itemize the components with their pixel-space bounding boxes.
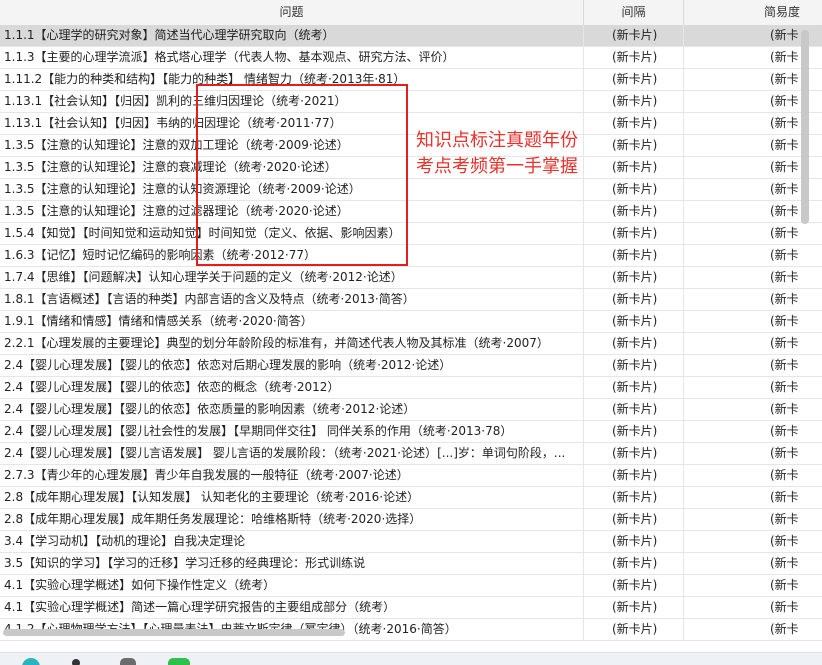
cell-interval: (新卡片)	[584, 597, 684, 618]
cell-interval: (新卡片)	[584, 179, 684, 200]
table-row[interactable]: 1.5.4【知觉】【时间知觉和运动知觉】时间知觉（定义、依据、影响因素） (新卡片…	[0, 223, 822, 245]
table-row[interactable]: 2.4【婴儿心理发展】【婴儿的依恋】依恋的概念（统考·2012） (新卡片) (新卡	[0, 377, 822, 399]
cell-interval: (新卡片)	[584, 47, 684, 68]
table-row[interactable]: 3.5【知识的学习】【学习的迁移】学习迁移的经典理论：形式训练说 (新卡片) (新卡	[0, 553, 822, 575]
table-row[interactable]: 1.11.2【能力的种类和结构】【能力的种类】 情绪智力（统考·2013年·81…	[0, 69, 822, 91]
cell-question: 2.4【婴儿心理发展】【婴儿的依恋】依恋质量的影响因素（统考·2012·论述）	[0, 399, 584, 420]
cell-interval: (新卡片)	[584, 465, 684, 486]
table-row[interactable]: 2.8【成年期心理发展】【认知发展】 认知老化的主要理论（统考·2016·论述）…	[0, 487, 822, 509]
table-row[interactable]: 1.9.1【情绪和情感】情绪和情感关系（统考·2020·简答） (新卡片) (新卡	[0, 311, 822, 333]
cell-interval: (新卡片)	[584, 355, 684, 376]
cell-interval: (新卡片)	[584, 267, 684, 288]
cell-interval: (新卡片)	[584, 553, 684, 574]
cell-interval: (新卡片)	[584, 25, 684, 46]
annotation-callout: 知识点标注真题年份 考点考频第一手掌握	[416, 128, 578, 180]
cell-question: 3.4【学习动机】【动机的理论】自我决定理论	[0, 531, 584, 552]
card-browser-table: 问题 间隔 简易度 1.1.1【心理学的研究对象】简述当代心理学研究取向（统考）…	[0, 0, 822, 652]
annotation-line-2: 考点考频第一手掌握	[416, 156, 578, 177]
table-row[interactable]: 4.1【实验心理学概述】简述一篇心理学研究报告的主要组成部分（统考） (新卡片)(…	[0, 597, 822, 619]
table-header: 问题 间隔 简易度	[0, 0, 822, 26]
table-row[interactable]: 1.3.5【注意的认知理论】注意的衰减理论（统考·2020·论述） (新卡片) (新…	[0, 157, 822, 179]
cell-interval: (新卡片)	[584, 421, 684, 442]
table-row[interactable]: 3.4【学习动机】【动机的理论】自我决定理论 (新卡片) (新卡	[0, 531, 822, 553]
column-header-ease[interactable]: 简易度	[684, 0, 822, 25]
cell-question: 2.8【成年期心理发展】【认知发展】 认知老化的主要理论（统考·2016·论述）	[0, 487, 584, 508]
cell-interval: (新卡片)	[584, 69, 684, 90]
cell-interval: (新卡片)	[584, 135, 684, 156]
taskbar	[0, 652, 822, 665]
cell-question: 2.8【成年期心理发展】成年期任务发展理论：哈维格斯特（统考·2020·选择）	[0, 509, 584, 530]
cell-interval: (新卡片)	[584, 575, 684, 596]
annotation-highlight-box	[196, 84, 408, 266]
cell-question: 2.4【婴儿心理发展】【婴儿的依恋】依恋的概念（统考·2012）	[0, 377, 584, 398]
cell-question: 2.4【婴儿心理发展】【婴儿社会性的发展】【早期同伴交往】 同伴关系的作用（统考…	[0, 421, 584, 442]
table-row[interactable]: 1.6.3【记忆】短时记忆编码的影响因素（统考·2012·77） (新卡片) (新卡	[0, 245, 822, 267]
table-row[interactable]: 1.13.1【社会认知】【归因】凯利的三维归因理论（统考·2021） (新卡片)(…	[0, 91, 822, 113]
table-row[interactable]: 1.3.5【注意的认知理论】注意的认知资源理论（统考·2009·论述） (新卡片)…	[0, 179, 822, 201]
table-body: 1.1.1【心理学的研究对象】简述当代心理学研究取向（统考） (新卡片) (新卡 1.…	[0, 25, 822, 641]
column-header-question[interactable]: 问题	[0, 0, 584, 25]
cell-question: 4.1【实验心理学概述】如何下操作性定义（统考）	[0, 575, 584, 596]
cell-question: 1.1.1【心理学的研究对象】简述当代心理学研究取向（统考）	[0, 25, 584, 46]
cell-interval: (新卡片)	[584, 509, 684, 530]
table-row[interactable]: 1.8.1【言语概述】【言语的种类】内部言语的含义及特点（统考·2013·简答）…	[0, 289, 822, 311]
table-row[interactable]: 1.3.5【注意的认知理论】注意的过滤器理论（统考·2020·论述） (新卡片)(…	[0, 201, 822, 223]
cell-question: 1.1.3【主要的心理学流派】格式塔心理学（代表人物、基本观点、研究方法、评价）	[0, 47, 584, 68]
table-row[interactable]: 2.2.1【心理发展的主要理论】典型的划分年龄阶段的标准有，并简述代表人物及其标…	[0, 333, 822, 355]
app-dot-icon[interactable]	[72, 659, 80, 665]
table-row[interactable]: 2.4【婴儿心理发展】【婴儿言语发展】 婴儿言语的发展阶段：（统考·2021·论…	[0, 443, 822, 465]
cell-question: 2.4【婴儿心理发展】【婴儿言语发展】 婴儿言语的发展阶段：（统考·2021·论…	[0, 443, 584, 464]
cell-interval: (新卡片)	[584, 113, 684, 134]
cell-interval: (新卡片)	[584, 399, 684, 420]
table-row[interactable]: 1.13.1【社会认知】【归因】韦纳的归因理论（统考·2011·77） (新卡片)…	[0, 113, 822, 135]
table-row[interactable]: 2.4【婴儿心理发展】【婴儿的依恋】依恋质量的影响因素（统考·2012·论述）(…	[0, 399, 822, 421]
cell-interval: (新卡片)	[584, 289, 684, 310]
column-header-interval[interactable]: 间隔	[584, 0, 684, 25]
cell-question: 1.9.1【情绪和情感】情绪和情感关系（统考·2020·简答）	[0, 311, 584, 332]
cell-question: 1.7.4【思维】【问题解决】认知心理学关于问题的定义（统考·2012·论述）	[0, 267, 584, 288]
table-row[interactable]: 1.7.4【思维】【问题解决】认知心理学关于问题的定义（统考·2012·论述）(…	[0, 267, 822, 289]
cell-interval: (新卡片)	[584, 333, 684, 354]
cell-interval: (新卡片)	[584, 377, 684, 398]
table-row[interactable]: 1.1.3【主要的心理学流派】格式塔心理学（代表人物、基本观点、研究方法、评价）…	[0, 47, 822, 69]
horizontal-scrollbar[interactable]	[0, 626, 350, 638]
horizontal-scrollbar-thumb[interactable]	[3, 629, 345, 636]
table-row[interactable]: 2.8【成年期心理发展】成年期任务发展理论：哈维格斯特（统考·2020·选择）(…	[0, 509, 822, 531]
cell-question: 2.4【婴儿心理发展】【婴儿的依恋】依恋对后期心理发展的影响（统考·2012·论…	[0, 355, 584, 376]
annotation-line-1: 知识点标注真题年份	[416, 130, 578, 151]
cell-interval: (新卡片)	[584, 487, 684, 508]
cell-interval: (新卡片)	[584, 245, 684, 266]
vertical-scrollbar[interactable]	[798, 25, 812, 641]
cell-question: 2.7.3【青少年的心理发展】青少年自我发展的一般特征（统考·2007·论述）	[0, 465, 584, 486]
cell-interval: (新卡片)	[584, 311, 684, 332]
table-row[interactable]: 4.1【实验心理学概述】如何下操作性定义（统考） (新卡片) (新卡	[0, 575, 822, 597]
cell-interval: (新卡片)	[584, 443, 684, 464]
vertical-scrollbar-thumb[interactable]	[801, 30, 809, 224]
cell-question: 3.5【知识的学习】【学习的迁移】学习迁移的经典理论：形式训练说	[0, 553, 584, 574]
table-row[interactable]: 2.7.3【青少年的心理发展】青少年自我发展的一般特征（统考·2007·论述）(…	[0, 465, 822, 487]
cell-interval: (新卡片)	[584, 619, 684, 640]
cell-interval: (新卡片)	[584, 201, 684, 222]
cell-question: 2.2.1【心理发展的主要理论】典型的划分年龄阶段的标准有，并简述代表人物及其标…	[0, 333, 584, 354]
cell-interval: (新卡片)	[584, 223, 684, 244]
table-row[interactable]: 2.4【婴儿心理发展】【婴儿的依恋】依恋对后期心理发展的影响（统考·2012·论…	[0, 355, 822, 377]
cell-interval: (新卡片)	[584, 157, 684, 178]
cell-question: 4.1【实验心理学概述】简述一篇心理学研究报告的主要组成部分（统考）	[0, 597, 584, 618]
table-row[interactable]: 1.3.5【注意的认知理论】注意的双加工理论（统考·2009·论述） (新卡片)(…	[0, 135, 822, 157]
table-row[interactable]: 1.1.1【心理学的研究对象】简述当代心理学研究取向（统考） (新卡片) (新卡	[0, 25, 822, 47]
cell-interval: (新卡片)	[584, 91, 684, 112]
cell-interval: (新卡片)	[584, 531, 684, 552]
table-row[interactable]: 2.4【婴儿心理发展】【婴儿社会性的发展】【早期同伴交往】 同伴关系的作用（统考…	[0, 421, 822, 443]
cell-question: 1.8.1【言语概述】【言语的种类】内部言语的含义及特点（统考·2013·简答）	[0, 289, 584, 310]
